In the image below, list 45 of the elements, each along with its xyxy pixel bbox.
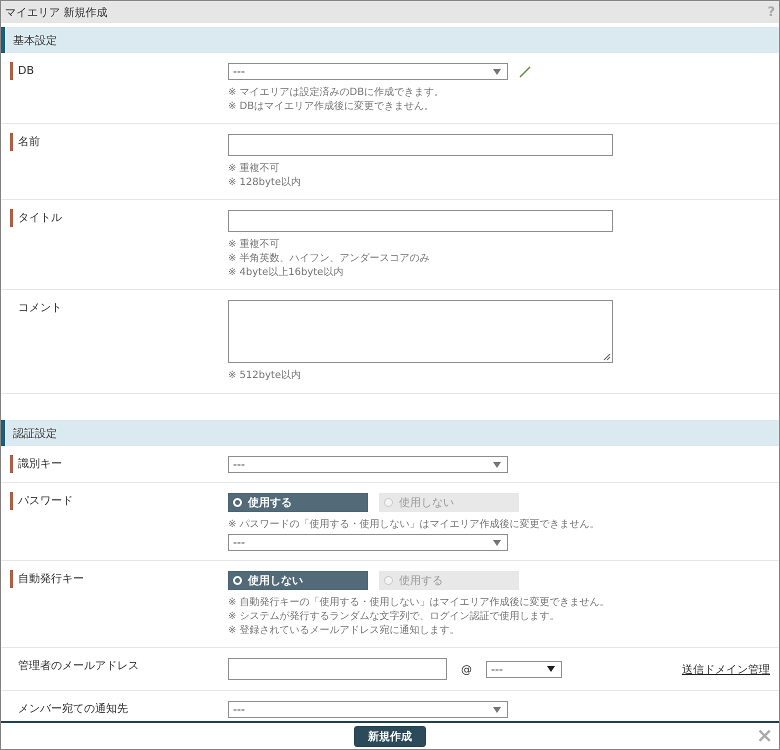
- field-label: パスワード: [18, 493, 73, 509]
- help-note: ※ システムが発行するランダムな文字列で、ログイン認証で使用します。: [228, 610, 561, 624]
- caret-icon: [493, 540, 501, 546]
- help-note: ※ 512byte以内: [228, 369, 302, 383]
- comment-field[interactable]: [228, 300, 613, 363]
- pencil-icon[interactable]: [518, 64, 532, 78]
- field-label: 管理者のメールアドレス: [17, 658, 139, 674]
- window-title: マイエリア 新規作成: [5, 4, 108, 20]
- domain-select[interactable]: ---: [486, 660, 562, 678]
- help-note: ※ 4byte以上16byte以内: [228, 266, 344, 280]
- field-label: メンバー宛ての通知先: [17, 701, 128, 717]
- text-field[interactable]: [228, 210, 613, 232]
- help-note: ※ 重複不可: [228, 238, 281, 252]
- field-label: 名前: [18, 134, 40, 150]
- section-title: 基本設定: [13, 32, 57, 48]
- field-label: コメント: [17, 300, 62, 316]
- field-label: DB: [18, 63, 34, 79]
- field-label: 識別キー: [18, 456, 62, 472]
- select-field[interactable]: ---: [228, 701, 508, 718]
- field-label: タイトル: [18, 210, 62, 226]
- field-label: 自動発行キー: [18, 571, 84, 587]
- caret-icon: [493, 462, 501, 468]
- select-field[interactable]: ---: [228, 534, 508, 551]
- radio-option[interactable]: 使用しない: [228, 571, 368, 590]
- caret-icon: [493, 706, 501, 712]
- help-note: ※ 128byte以内: [228, 176, 302, 190]
- resize-grip-icon: [603, 353, 611, 361]
- help-note: ※ 登録されているメールアドレス宛に通知します。: [228, 624, 461, 638]
- caret-icon: [547, 666, 555, 672]
- select-field[interactable]: ---: [228, 456, 508, 473]
- create-button[interactable]: 新規作成: [354, 726, 426, 746]
- help-note: ※ DBはマイエリア作成後に変更できません。: [228, 100, 436, 114]
- help-note: ※ マイエリアは設定済みのDBに作成できます。: [228, 86, 446, 100]
- domain-settings-link[interactable]: 送信ドメイン管理: [682, 662, 770, 676]
- text-field[interactable]: [228, 134, 613, 156]
- radio-option[interactable]: 使用する: [228, 493, 368, 512]
- help-note: ※ 自動発行キーの「使用する・使用しない」はマイエリア作成後に変更できません。: [228, 596, 611, 610]
- help-note: ※ パスワードの「使用する・使用しない」はマイエリア作成後に変更できません。: [228, 518, 601, 532]
- help-note: ※ 重複不可: [228, 162, 281, 176]
- email-field[interactable]: [228, 658, 447, 680]
- caret-icon: [493, 68, 501, 74]
- select-field[interactable]: ---: [228, 63, 508, 80]
- at-sign: @: [461, 662, 472, 676]
- section-title: 認証設定: [13, 426, 57, 440]
- help-note: ※ 半角英数、ハイフン、アンダースコアのみ: [228, 252, 431, 266]
